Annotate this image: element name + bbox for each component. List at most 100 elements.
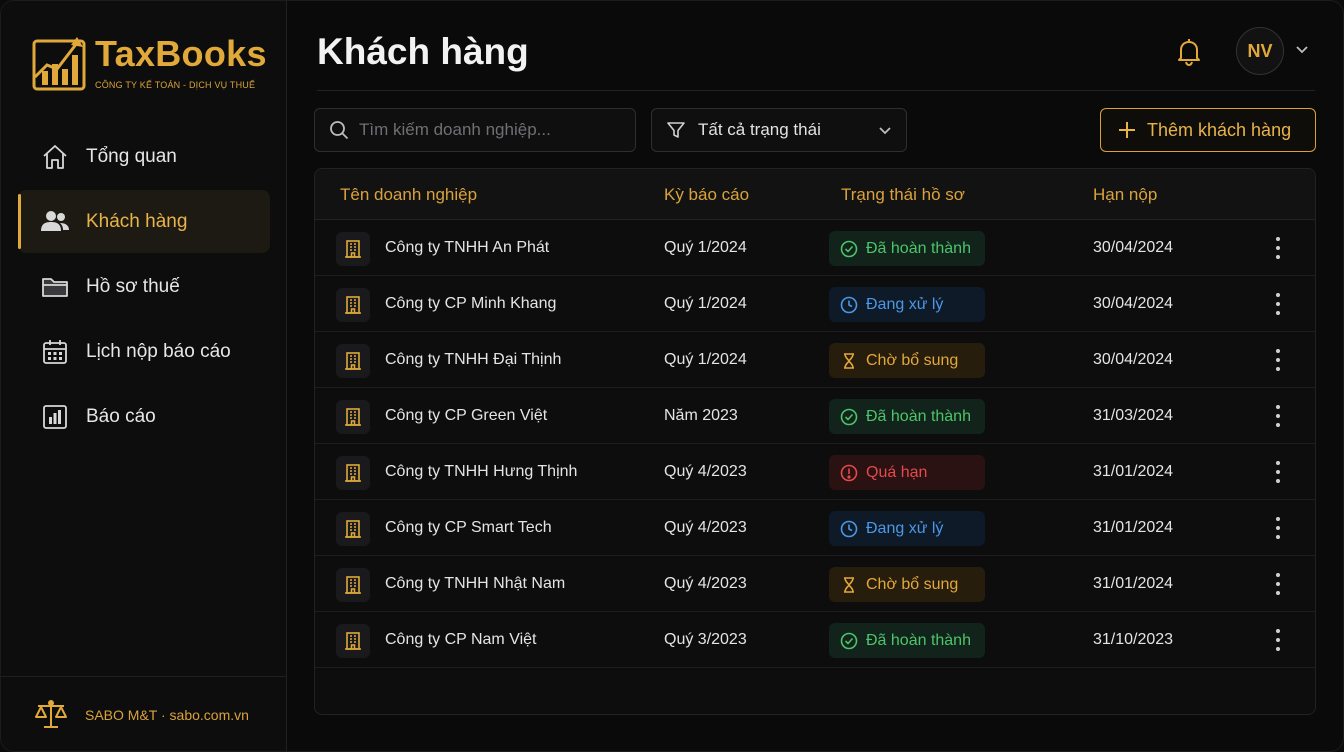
report-period: Quý 4/2023	[664, 518, 747, 536]
report-period: Năm 2023	[664, 406, 738, 424]
row-actions-menu-icon[interactable]	[1268, 461, 1288, 483]
bell-icon[interactable]	[1173, 36, 1205, 68]
company-name: Công ty CP Minh Khang	[385, 294, 557, 312]
due-date: 30/04/2024	[1093, 294, 1174, 312]
table-row[interactable]: Công ty TNHH Đại Thịnh Quý 1/2024 Chờ bổ s…	[315, 332, 1315, 388]
bar-chart-icon	[40, 402, 70, 432]
folder-icon	[40, 272, 70, 302]
app-window: TaxBooks CÔNG TY KẾ TOÁN - DỊCH VỤ THUẾ …	[0, 0, 1344, 752]
company-name: Công ty TNHH Đại Thịnh	[385, 350, 562, 368]
building-icon	[336, 232, 370, 266]
building-icon	[336, 456, 370, 490]
header-divider	[317, 90, 1315, 91]
clock-icon	[840, 520, 858, 538]
page-title: Khách hàng	[317, 31, 529, 72]
status-badge: Quá hạn	[829, 455, 985, 490]
check-circle-icon	[840, 632, 858, 650]
column-header-due-date[interactable]: Hạn nộp	[1093, 185, 1157, 205]
building-icon	[336, 400, 370, 434]
hourglass-icon	[840, 576, 858, 594]
status-label: Quá hạn	[866, 463, 928, 481]
column-header-period[interactable]: Kỳ báo cáo	[664, 185, 749, 205]
row-actions-menu-icon[interactable]	[1268, 629, 1288, 651]
column-header-status[interactable]: Trạng thái hồ sơ	[841, 185, 965, 205]
brand-title: TaxBooks	[95, 33, 267, 74]
status-badge: Chờ bổ sung	[829, 567, 985, 602]
due-date: 30/04/2024	[1093, 350, 1174, 368]
home-icon	[40, 142, 70, 172]
row-actions-menu-icon[interactable]	[1268, 517, 1288, 539]
clock-icon	[840, 296, 858, 314]
due-date: 31/01/2024	[1093, 462, 1174, 480]
scale-icon	[35, 700, 67, 728]
brand-subtitle: CÔNG TY KẾ TOÁN - DỊCH VỤ THUẾ	[95, 80, 256, 90]
main-content: Khách hàng NV Tất cả trạng thái Thêm khá…	[287, 1, 1343, 751]
status-badge: Đang xử lý	[829, 287, 985, 322]
add-customer-button[interactable]: Thêm khách hàng	[1100, 108, 1316, 152]
report-period: Quý 1/2024	[664, 350, 747, 368]
sidebar-footer: SABO M&T · sabo.com.vn	[1, 676, 286, 751]
search-box[interactable]	[314, 108, 636, 152]
table-header: Tên doanh nghiệp Kỳ báo cáo Trạng thái h…	[315, 169, 1315, 220]
check-circle-icon	[840, 240, 858, 258]
company-name: Công ty CP Green Việt	[385, 406, 548, 424]
building-icon	[336, 624, 370, 658]
sidebar-item-customers[interactable]: Khách hàng	[18, 190, 270, 253]
alert-circle-icon	[840, 464, 858, 482]
building-icon	[336, 568, 370, 602]
row-actions-menu-icon[interactable]	[1268, 293, 1288, 315]
table-row[interactable]: Công ty CP Green Việt Năm 2023 Đã hoàn thà…	[315, 388, 1315, 444]
company-name: Công ty CP Nam Việt	[385, 630, 537, 648]
users-icon	[40, 207, 70, 237]
table-row[interactable]: Công ty TNHH Hưng Thịnh Quý 4/2023 Quá hạn…	[315, 444, 1315, 500]
brand-logo[interactable]: TaxBooks CÔNG TY KẾ TOÁN - DỊCH VỤ THUẾ	[31, 31, 267, 91]
filter-icon	[667, 122, 685, 138]
sidebar-item-reports[interactable]: Báo cáo	[18, 385, 270, 448]
status-badge: Đã hoàn thành	[829, 231, 985, 266]
sidebar-item-label: Tổng quan	[86, 145, 177, 167]
table-body: Công ty TNHH An Phát Quý 1/2024 Đã hoàn th…	[315, 220, 1315, 668]
row-actions-menu-icon[interactable]	[1268, 405, 1288, 427]
check-circle-icon	[840, 408, 858, 426]
report-period: Quý 4/2023	[664, 574, 747, 592]
table-row[interactable]: Công ty CP Nam Việt Quý 3/2023 Đã hoàn thà…	[315, 612, 1315, 668]
building-icon	[336, 512, 370, 546]
status-label: Chờ bổ sung	[866, 351, 959, 369]
report-period: Quý 4/2023	[664, 462, 747, 480]
table-row[interactable]: Công ty CP Minh Khang Quý 1/2024 Đang xử l…	[315, 276, 1315, 332]
company-name: Công ty CP Smart Tech	[385, 518, 552, 536]
sidebar-item-label: Báo cáo	[86, 405, 156, 427]
status-filter-select[interactable]: Tất cả trạng thái	[651, 108, 907, 152]
company-name: Công ty TNHH Hưng Thịnh	[385, 462, 578, 480]
plus-icon	[1119, 122, 1135, 138]
row-actions-menu-icon[interactable]	[1268, 349, 1288, 371]
sidebar-item-overview[interactable]: Tổng quan	[18, 125, 270, 188]
row-actions-menu-icon[interactable]	[1268, 237, 1288, 259]
table-row[interactable]: Công ty TNHH An Phát Quý 1/2024 Đã hoàn th…	[315, 220, 1315, 276]
report-period: Quý 3/2023	[664, 630, 747, 648]
table-row[interactable]: Công ty CP Smart Tech Quý 4/2023 Đang xử l…	[315, 500, 1315, 556]
report-period: Quý 1/2024	[664, 294, 747, 312]
due-date: 31/01/2024	[1093, 574, 1174, 592]
column-header-company[interactable]: Tên doanh nghiệp	[340, 185, 477, 205]
building-icon	[336, 344, 370, 378]
chevron-down-icon	[879, 127, 891, 135]
status-badge: Chờ bổ sung	[829, 343, 985, 378]
status-badge: Đã hoàn thành	[829, 623, 985, 658]
sidebar-item-filing-schedule[interactable]: Lịch nộp báo cáo	[18, 320, 270, 383]
sidebar-item-label: Khách hàng	[86, 210, 188, 232]
row-actions-menu-icon[interactable]	[1268, 573, 1288, 595]
due-date: 31/01/2024	[1093, 518, 1174, 536]
sidebar-item-label: Hồ sơ thuế	[86, 275, 180, 297]
chevron-down-icon[interactable]	[1295, 43, 1309, 57]
table-row[interactable]: Công ty TNHH Nhật Nam Quý 4/2023 Chờ bổ su…	[315, 556, 1315, 612]
search-input[interactable]	[359, 120, 619, 140]
status-label: Đã hoàn thành	[866, 407, 971, 425]
status-badge: Đang xử lý	[829, 511, 985, 546]
sidebar-nav: Tổng quan Khách hàng Hồ sơ thuế Lịch nộp…	[18, 125, 270, 450]
status-label: Đã hoàn thành	[866, 631, 971, 649]
sidebar-item-tax-files[interactable]: Hồ sơ thuế	[18, 255, 270, 318]
user-avatar[interactable]: NV	[1236, 27, 1284, 75]
status-label: Đang xử lý	[866, 519, 944, 537]
search-icon	[330, 121, 349, 140]
